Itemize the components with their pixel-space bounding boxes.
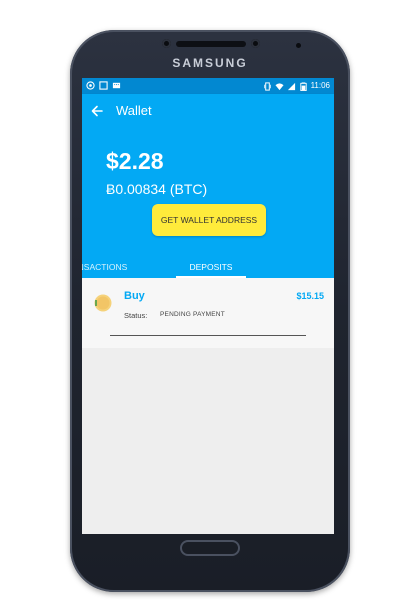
home-button[interactable] (180, 540, 240, 556)
battery-icon (299, 81, 307, 91)
get-wallet-address-button[interactable]: GET WALLET ADDRESS (152, 204, 266, 236)
page-title: Wallet (116, 103, 152, 118)
app-bar: Wallet (82, 94, 334, 130)
item-divider (110, 335, 306, 336)
proximity-sensor (251, 39, 260, 48)
balance-usd: $2.28 (106, 148, 164, 174)
tab-bar: ANSACTIONS DEPOSITS (82, 256, 334, 278)
device-brand: SAMSUNG (172, 56, 248, 70)
signal-icon (287, 82, 295, 90)
earpiece-speaker (176, 41, 246, 47)
keyboard-icon (112, 82, 121, 89)
list-item[interactable]: Buy $15.15 Status: PENDING PAYMENT (82, 278, 334, 348)
deposit-amount: $15.15 (296, 291, 324, 301)
arrow-left-icon[interactable] (90, 104, 104, 118)
app-screen: 11:06 Wallet $2.28 Ƀ0.00834 (BTC) GET WA… (82, 78, 334, 534)
deposit-title: Buy (124, 290, 145, 302)
wifi-icon (275, 82, 284, 90)
tab-transactions[interactable]: ANSACTIONS (82, 262, 127, 272)
whatsapp-icon (86, 81, 95, 90)
deposit-status-value: PENDING PAYMENT (160, 311, 225, 318)
status-time: 11:06 (310, 81, 330, 90)
vibrate-icon (263, 81, 271, 91)
wallet-header: $2.28 Ƀ0.00834 (BTC) GET WALLET ADDRESS (82, 130, 334, 256)
tab-deposits[interactable]: DEPOSITS (176, 262, 246, 272)
phone-frame: SAMSUNG 11:06 Wallet $2.28 Ƀ0.00834 (BTC… (70, 30, 350, 592)
front-camera (162, 39, 171, 48)
light-sensor (296, 43, 301, 48)
coin-icon (94, 294, 112, 312)
balance-btc: Ƀ0.00834 (BTC) (106, 181, 208, 197)
square-icon (99, 81, 108, 90)
deposit-status-label: Status: (124, 311, 148, 320)
status-bar: 11:06 (82, 78, 334, 94)
